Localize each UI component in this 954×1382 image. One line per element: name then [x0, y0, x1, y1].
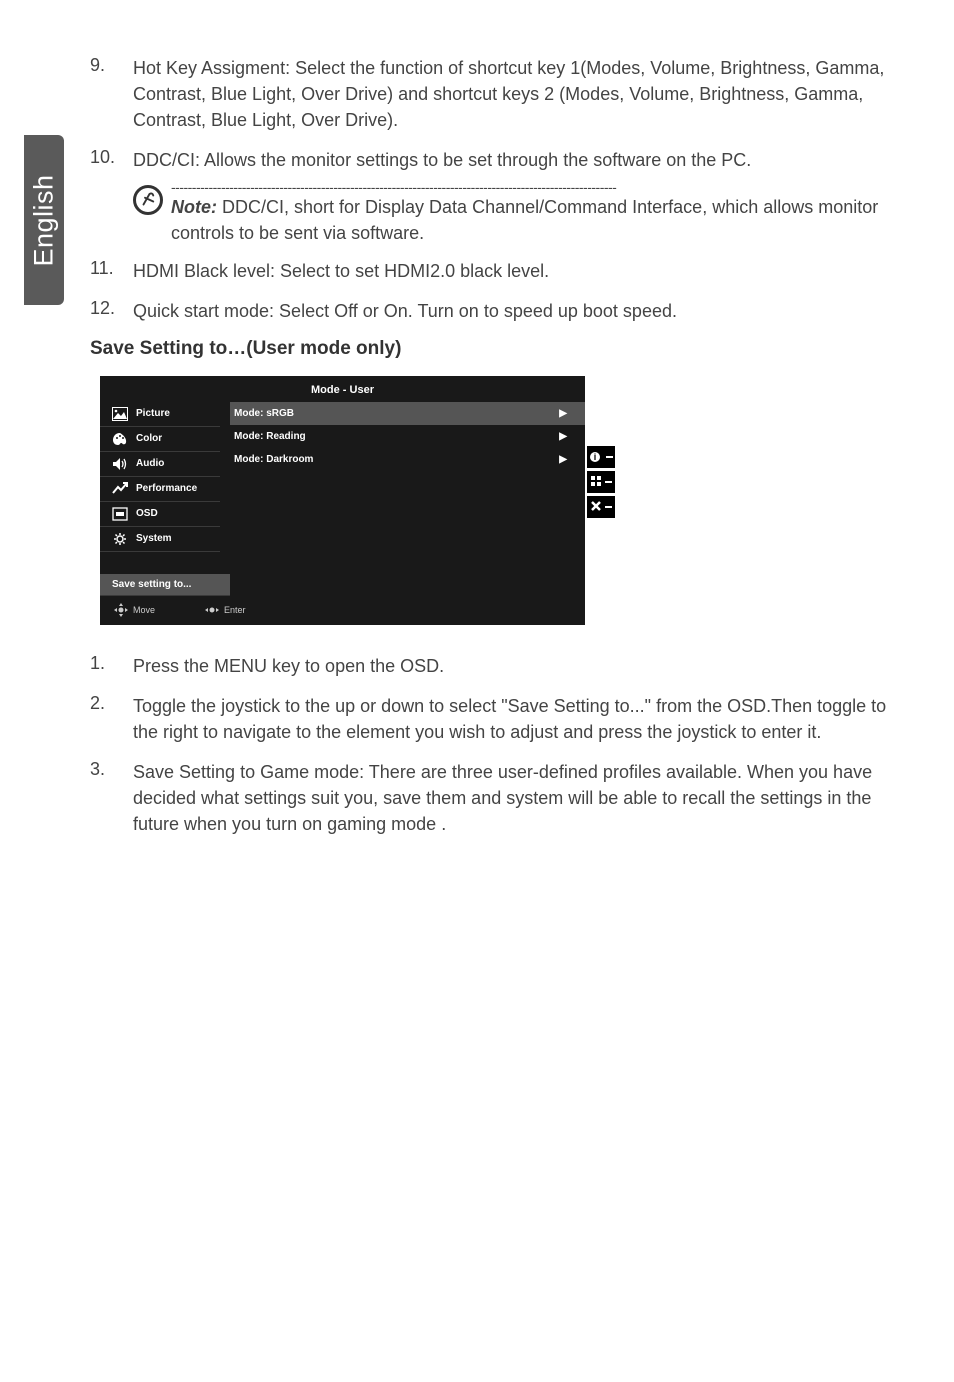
step-number: 1. — [90, 653, 133, 679]
osd-screenshot: Mode - User Picture Color Audio — [100, 376, 899, 625]
step-text: Toggle the joystick to the up or down to… — [133, 693, 899, 745]
nav-color[interactable]: Color — [100, 427, 220, 452]
audio-icon — [112, 457, 128, 471]
step-3: 3. Save Setting to Game mode: There are … — [90, 759, 899, 837]
mode-srgb-row[interactable]: Mode: sRGB ▶ — [230, 402, 585, 425]
joystick-move-icon — [114, 603, 128, 617]
nav-picture[interactable]: Picture — [100, 402, 220, 427]
joystick-enter-icon — [205, 603, 219, 617]
note-label: Note: — [171, 197, 217, 217]
mode-label: Mode: sRGB — [234, 408, 294, 419]
footer-move: Move — [114, 603, 155, 617]
performance-icon — [112, 482, 128, 496]
item-text: Hot Key Assigment: Select the function o… — [133, 55, 899, 133]
close-icon — [591, 501, 603, 513]
step-text: Save Setting to Game mode: There are thr… — [133, 759, 899, 837]
grid-button[interactable] — [587, 471, 615, 493]
nav-label: Picture — [136, 408, 170, 419]
nav-label: System — [136, 533, 172, 544]
info-button[interactable]: i — [587, 446, 615, 468]
language-tab: English — [24, 135, 64, 305]
item-text: HDMI Black level: Select to set HDMI2.0 … — [133, 258, 549, 284]
footer-enter: Enter — [205, 603, 246, 617]
item-number: 12. — [90, 298, 133, 324]
item-text: DDC/CI: Allows the monitor settings to b… — [133, 147, 751, 173]
mode-darkroom-row[interactable]: Mode: Darkroom ▶ — [230, 448, 585, 471]
step-2: 2. Toggle the joystick to the up or down… — [90, 693, 899, 745]
chevron-right-icon: ▶ — [559, 431, 567, 442]
nav-audio[interactable]: Audio — [100, 452, 220, 477]
nav-label: Performance — [136, 483, 197, 494]
list-item-12: 12. Quick start mode: Select Off or On. … — [90, 298, 899, 324]
system-icon — [112, 532, 128, 546]
nav-label: Save setting to... — [112, 579, 191, 590]
note-block: ----------------------------------------… — [133, 179, 899, 245]
item-number: 9. — [90, 55, 133, 133]
step-text: Press the MENU key to open the OSD. — [133, 653, 444, 679]
chevron-right-icon: ▶ — [559, 408, 567, 419]
grid-icon — [591, 476, 603, 488]
note-dashes: ----------------------------------------… — [171, 179, 899, 195]
language-label: English — [29, 174, 60, 266]
nav-label: Color — [136, 433, 162, 444]
nav-system[interactable]: System — [100, 527, 220, 552]
osd-icon — [112, 507, 128, 521]
chevron-right-icon: ▶ — [559, 454, 567, 465]
nav-label: OSD — [136, 508, 158, 519]
mode-reading-row[interactable]: Mode: Reading ▶ — [230, 425, 585, 448]
list-item-10: 10. DDC/CI: Allows the monitor settings … — [90, 147, 899, 173]
nav-osd[interactable]: OSD — [100, 502, 220, 527]
step-number: 2. — [90, 693, 133, 745]
item-number: 11. — [90, 258, 133, 284]
step-number: 3. — [90, 759, 133, 837]
list-item-11: 11. HDMI Black level: Select to set HDMI… — [90, 258, 899, 284]
svg-text:i: i — [593, 452, 596, 462]
nav-performance[interactable]: Performance — [100, 477, 220, 502]
section-heading: Save Setting to…(User mode only) — [90, 338, 899, 360]
osd-title: Mode - User — [100, 376, 585, 402]
note-text: Note: DDC/CI, short for Display Data Cha… — [171, 195, 899, 245]
mode-label: Mode: Darkroom — [234, 454, 313, 465]
footer-enter-label: Enter — [224, 605, 246, 615]
item-text: Quick start mode: Select Off or On. Turn… — [133, 298, 677, 324]
color-icon — [112, 432, 128, 446]
list-item-9: 9. Hot Key Assigment: Select the functio… — [90, 55, 899, 133]
note-icon — [133, 185, 163, 215]
info-icon: i — [590, 450, 604, 464]
mode-label: Mode: Reading — [234, 431, 306, 442]
close-button[interactable] — [587, 496, 615, 518]
note-content: DDC/CI, short for Display Data Channel/C… — [171, 197, 878, 242]
step-1: 1. Press the MENU key to open the OSD. — [90, 653, 899, 679]
item-number: 10. — [90, 147, 133, 173]
nav-save-setting[interactable]: Save setting to... — [100, 574, 230, 596]
picture-icon — [112, 407, 128, 421]
footer-move-label: Move — [133, 605, 155, 615]
nav-label: Audio — [136, 458, 164, 469]
